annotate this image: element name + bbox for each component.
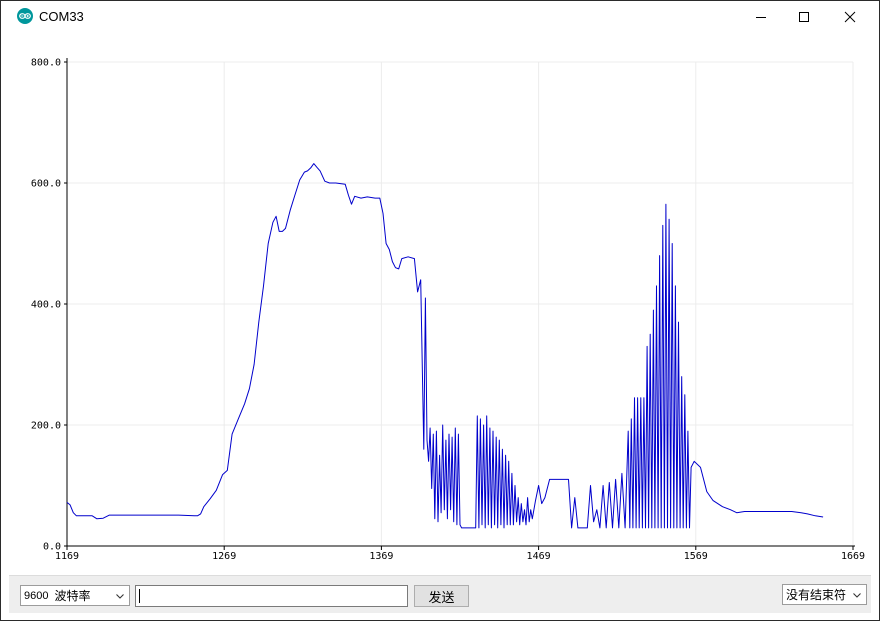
- window-title: COM33: [39, 9, 84, 24]
- line-chart: 0.0200.0400.0600.0800.01169 1269 1369 1469 1…: [31, 58, 865, 563]
- send-button[interactable]: 发送: [414, 585, 469, 607]
- baud-rate-select[interactable]: 9600 波特率: [20, 585, 130, 606]
- close-button[interactable]: [827, 1, 873, 32]
- serial-plotter-window: COM33 0.0 200.0 400.0 600.0 800.0 1169 1269 136…: [0, 0, 880, 621]
- chevron-down-icon: [116, 594, 124, 599]
- line-ending-label: 没有结束符: [786, 588, 847, 602]
- x-tick-label: 1169: [55, 551, 79, 562]
- arduino-icon: [17, 8, 33, 24]
- y-tick-label: 400.0: [31, 300, 61, 311]
- series-line: [66, 163, 824, 529]
- x-tick-label: 1669: [841, 551, 865, 562]
- y-tick-label: 200.0: [31, 421, 61, 432]
- message-input[interactable]: [135, 585, 408, 607]
- text-caret: [139, 589, 140, 603]
- maximize-button[interactable]: [781, 1, 827, 32]
- x-tick-label: 1469: [527, 551, 551, 562]
- minimize-icon: [756, 16, 766, 18]
- baud-rate-label: 波特率: [54, 589, 91, 603]
- minimize-button[interactable]: [738, 1, 784, 32]
- y-tick-label: 800.0: [31, 58, 61, 69]
- y-tick-label: 600.0: [31, 179, 61, 190]
- maximize-icon: [799, 11, 809, 22]
- title-bar: COM33: [1, 1, 879, 32]
- line-ending-select[interactable]: 没有结束符: [782, 584, 867, 605]
- baud-rate-value: 9600: [24, 589, 49, 602]
- x-tick-label: 1569: [684, 551, 708, 562]
- chevron-down-icon: [853, 593, 861, 598]
- close-icon: [844, 11, 856, 22]
- plot-area: 0.0 200.0 400.0 600.0 800.0 1169 1269 1369 1469 1…: [11, 32, 869, 574]
- bottom-toolbar: 9600 波特率 发送 没有结束符: [9, 575, 871, 613]
- x-tick-label: 1369: [369, 551, 393, 562]
- x-tick-label: 1269: [212, 551, 236, 562]
